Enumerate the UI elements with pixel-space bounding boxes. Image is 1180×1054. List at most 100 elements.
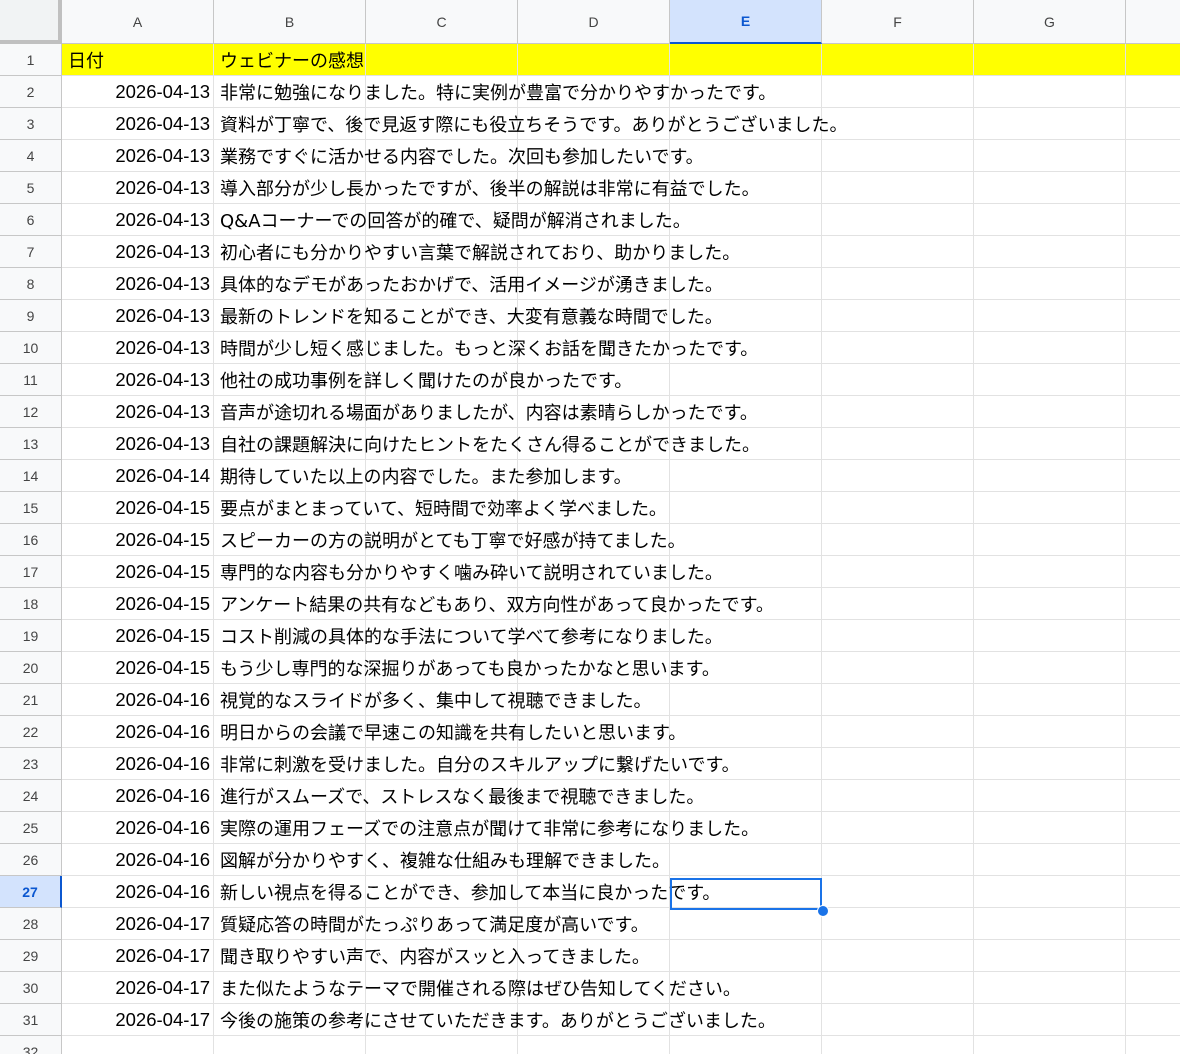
cell-g7[interactable]: [974, 236, 1126, 268]
cell-g13[interactable]: [974, 428, 1126, 460]
cell-f29[interactable]: [822, 940, 974, 972]
cell-g2[interactable]: [974, 76, 1126, 108]
cell-g10[interactable]: [974, 332, 1126, 364]
row-header-12[interactable]: 12: [0, 396, 62, 428]
cell-h27[interactable]: [1126, 876, 1180, 908]
row-header-16[interactable]: 16: [0, 524, 62, 556]
row-header-28[interactable]: 28: [0, 908, 62, 940]
cell-c32[interactable]: [366, 1036, 518, 1054]
cell-e28[interactable]: [670, 908, 822, 940]
cell-g32[interactable]: [974, 1036, 1126, 1054]
cell-e29[interactable]: [670, 940, 822, 972]
cell-f5[interactable]: [822, 172, 974, 204]
cell-h30[interactable]: [1126, 972, 1180, 1004]
cell-f30[interactable]: [822, 972, 974, 1004]
cell-f6[interactable]: [822, 204, 974, 236]
row-header-13[interactable]: 13: [0, 428, 62, 460]
cell-g31[interactable]: [974, 1004, 1126, 1036]
cell-h25[interactable]: [1126, 812, 1180, 844]
cell-e1[interactable]: [670, 44, 822, 76]
cell-h20[interactable]: [1126, 652, 1180, 684]
column-header-next[interactable]: [1126, 0, 1180, 44]
cell-h17[interactable]: [1126, 556, 1180, 588]
cell-h16[interactable]: [1126, 524, 1180, 556]
cell-e26[interactable]: [670, 844, 822, 876]
cell-g22[interactable]: [974, 716, 1126, 748]
cell-f15[interactable]: [822, 492, 974, 524]
cell-g5[interactable]: [974, 172, 1126, 204]
column-header-d[interactable]: D: [518, 0, 670, 44]
cell-f14[interactable]: [822, 460, 974, 492]
row-header-6[interactable]: 6: [0, 204, 62, 236]
cell-g23[interactable]: [974, 748, 1126, 780]
cell-h12[interactable]: [1126, 396, 1180, 428]
cell-e11[interactable]: [670, 364, 822, 396]
cell-g8[interactable]: [974, 268, 1126, 300]
cell-f4[interactable]: [822, 140, 974, 172]
cell-h8[interactable]: [1126, 268, 1180, 300]
row-header-19[interactable]: 19: [0, 620, 62, 652]
cell-f2[interactable]: [822, 76, 974, 108]
cell-g18[interactable]: [974, 588, 1126, 620]
cell-h15[interactable]: [1126, 492, 1180, 524]
cell-e22[interactable]: [670, 716, 822, 748]
column-header-b[interactable]: B: [214, 0, 366, 44]
cell-h9[interactable]: [1126, 300, 1180, 332]
cell-f31[interactable]: [822, 1004, 974, 1036]
row-header-17[interactable]: 17: [0, 556, 62, 588]
row-header-7[interactable]: 7: [0, 236, 62, 268]
cell-f25[interactable]: [822, 812, 974, 844]
cell-g14[interactable]: [974, 460, 1126, 492]
cell-h19[interactable]: [1126, 620, 1180, 652]
cell-e15[interactable]: [670, 492, 822, 524]
column-header-a[interactable]: A: [62, 0, 214, 44]
cell-h22[interactable]: [1126, 716, 1180, 748]
cell-h14[interactable]: [1126, 460, 1180, 492]
cell-g4[interactable]: [974, 140, 1126, 172]
row-header-20[interactable]: 20: [0, 652, 62, 684]
cell-g28[interactable]: [974, 908, 1126, 940]
cell-h3[interactable]: [1126, 108, 1180, 140]
row-header-4[interactable]: 4: [0, 140, 62, 172]
cell-f19[interactable]: [822, 620, 974, 652]
column-header-c[interactable]: C: [366, 0, 518, 44]
cell-e16[interactable]: [670, 524, 822, 556]
row-header-31[interactable]: 31: [0, 1004, 62, 1036]
cell-h23[interactable]: [1126, 748, 1180, 780]
select-all-corner[interactable]: [0, 0, 62, 44]
cell-h7[interactable]: [1126, 236, 1180, 268]
cell-f12[interactable]: [822, 396, 974, 428]
cell-f20[interactable]: [822, 652, 974, 684]
cell-g30[interactable]: [974, 972, 1126, 1004]
cell-g20[interactable]: [974, 652, 1126, 684]
cell-d1[interactable]: [518, 44, 670, 76]
cell-g19[interactable]: [974, 620, 1126, 652]
row-header-11[interactable]: 11: [0, 364, 62, 396]
cell-b32[interactable]: [214, 1036, 366, 1054]
cell-f28[interactable]: [822, 908, 974, 940]
row-header-10[interactable]: 10: [0, 332, 62, 364]
column-header-g[interactable]: G: [974, 0, 1126, 44]
cell-g1[interactable]: [974, 44, 1126, 76]
row-header-26[interactable]: 26: [0, 844, 62, 876]
cell-h6[interactable]: [1126, 204, 1180, 236]
row-header-25[interactable]: 25: [0, 812, 62, 844]
cell-e32[interactable]: [670, 1036, 822, 1054]
cell-f10[interactable]: [822, 332, 974, 364]
cell-f21[interactable]: [822, 684, 974, 716]
cell-f17[interactable]: [822, 556, 974, 588]
cell-g6[interactable]: [974, 204, 1126, 236]
cell-f32[interactable]: [822, 1036, 974, 1054]
cell-f23[interactable]: [822, 748, 974, 780]
cell-h5[interactable]: [1126, 172, 1180, 204]
row-header-32[interactable]: 32: [0, 1036, 62, 1054]
row-header-23[interactable]: 23: [0, 748, 62, 780]
cell-e21[interactable]: [670, 684, 822, 716]
row-header-15[interactable]: 15: [0, 492, 62, 524]
row-header-29[interactable]: 29: [0, 940, 62, 972]
row-header-9[interactable]: 9: [0, 300, 62, 332]
row-header-18[interactable]: 18: [0, 588, 62, 620]
cell-h29[interactable]: [1126, 940, 1180, 972]
cell-e14[interactable]: [670, 460, 822, 492]
cell-h28[interactable]: [1126, 908, 1180, 940]
